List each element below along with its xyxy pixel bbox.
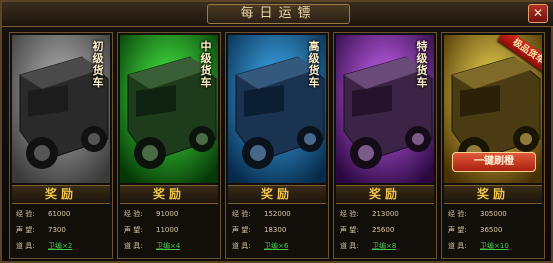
cart-card-premium[interactable]: 极品货车 一键刷橙 奖励 经 验: 305000 声 望: 36500 道 具: 卫编… [441, 32, 545, 259]
item-link[interactable]: 卫编×8 [372, 239, 396, 253]
item-label: 道 具: [448, 242, 467, 250]
exp-value: 91000 [156, 210, 179, 218]
item-label: 道 具: [16, 242, 35, 250]
reputation-row: 声 望: 18300 [232, 223, 326, 237]
item-link[interactable]: 卫编×2 [48, 239, 72, 253]
cart-image-special: 特级货车 [336, 35, 434, 183]
exp-label: 经 验: [340, 210, 359, 218]
title-bar: 每日运镖 ✕ [2, 2, 553, 27]
exp-row: 经 验: 213000 [340, 207, 434, 221]
cart-card-basic[interactable]: 初级货车 奖励 经 验: 61000 声 望: 7300 道 具: 卫编×2 [9, 32, 113, 259]
item-row: 道 具: 卫编×4 [124, 239, 218, 253]
reputation-value: 18300 [264, 226, 287, 234]
cart-grade-label: 高级货车 [308, 40, 320, 89]
item-link[interactable]: 卫编×4 [156, 239, 180, 253]
cart-grade-label: 初级货车 [92, 40, 104, 89]
exp-row: 经 验: 61000 [16, 207, 110, 221]
reputation-row: 声 望: 11000 [124, 223, 218, 237]
item-label: 道 具: [340, 242, 359, 250]
reputation-row: 声 望: 7300 [16, 223, 110, 237]
item-label: 道 具: [124, 242, 143, 250]
reputation-label: 声 望: [232, 226, 251, 234]
cart-image-basic: 初级货车 [12, 35, 110, 183]
item-row: 道 具: 卫编×8 [340, 239, 434, 253]
reward-title: 奖励 [228, 185, 326, 204]
cart-card-mid[interactable]: 中级货车 奖励 经 验: 91000 声 望: 11000 道 具: 卫编×4 [117, 32, 221, 259]
reputation-value: 7300 [48, 226, 66, 234]
exp-value: 152000 [264, 210, 291, 218]
item-row: 道 具: 卫编×2 [16, 239, 110, 253]
exp-value: 213000 [372, 210, 399, 218]
cart-image-premium: 极品货车 一键刷橙 [444, 35, 542, 183]
exp-label: 经 验: [448, 210, 467, 218]
reputation-row: 声 望: 36500 [448, 223, 542, 237]
reputation-label: 声 望: [124, 226, 143, 234]
reward-title: 奖励 [336, 185, 434, 204]
exp-row: 经 验: 305000 [448, 207, 542, 221]
exp-value: 61000 [48, 210, 71, 218]
exp-label: 经 验: [124, 210, 143, 218]
daily-escort-window: 每日运镖 ✕ 初级货车 奖励 经 验: 61000 声 望: 7300 道 具:… [0, 0, 553, 263]
one-click-orange-refresh-button[interactable]: 一键刷橙 [452, 152, 536, 172]
cart-grade-label: 中级货车 [200, 40, 212, 89]
item-link[interactable]: 卫编×6 [264, 239, 288, 253]
exp-row: 经 验: 152000 [232, 207, 326, 221]
cart-image-mid: 中级货车 [120, 35, 218, 183]
cart-image-high: 高级货车 [228, 35, 326, 183]
reward-title: 奖励 [444, 185, 542, 204]
cart-card-special[interactable]: 特级货车 奖励 经 验: 213000 声 望: 25600 道 具: 卫编×8 [333, 32, 437, 259]
cart-grade-label: 特级货车 [416, 40, 428, 89]
item-label: 道 具: [232, 242, 251, 250]
item-row: 道 具: 卫编×10 [448, 239, 542, 253]
exp-value: 305000 [480, 210, 507, 218]
close-button[interactable]: ✕ [528, 4, 548, 23]
item-link[interactable]: 卫编×10 [480, 239, 509, 253]
reputation-value: 11000 [156, 226, 179, 234]
exp-row: 经 验: 91000 [124, 207, 218, 221]
window-title: 每日运镖 [207, 4, 350, 24]
reward-title: 奖励 [120, 185, 218, 204]
exp-label: 经 验: [232, 210, 251, 218]
reputation-label: 声 望: [340, 226, 359, 234]
cart-card-high[interactable]: 高级货车 奖励 经 验: 152000 声 望: 18300 道 具: 卫编×6 [225, 32, 329, 259]
reputation-row: 声 望: 25600 [340, 223, 434, 237]
item-row: 道 具: 卫编×6 [232, 239, 326, 253]
reputation-value: 25600 [372, 226, 395, 234]
exp-label: 经 验: [16, 210, 35, 218]
reputation-label: 声 望: [448, 226, 467, 234]
reputation-value: 36500 [480, 226, 503, 234]
reputation-label: 声 望: [16, 226, 35, 234]
reward-title: 奖励 [12, 185, 110, 204]
